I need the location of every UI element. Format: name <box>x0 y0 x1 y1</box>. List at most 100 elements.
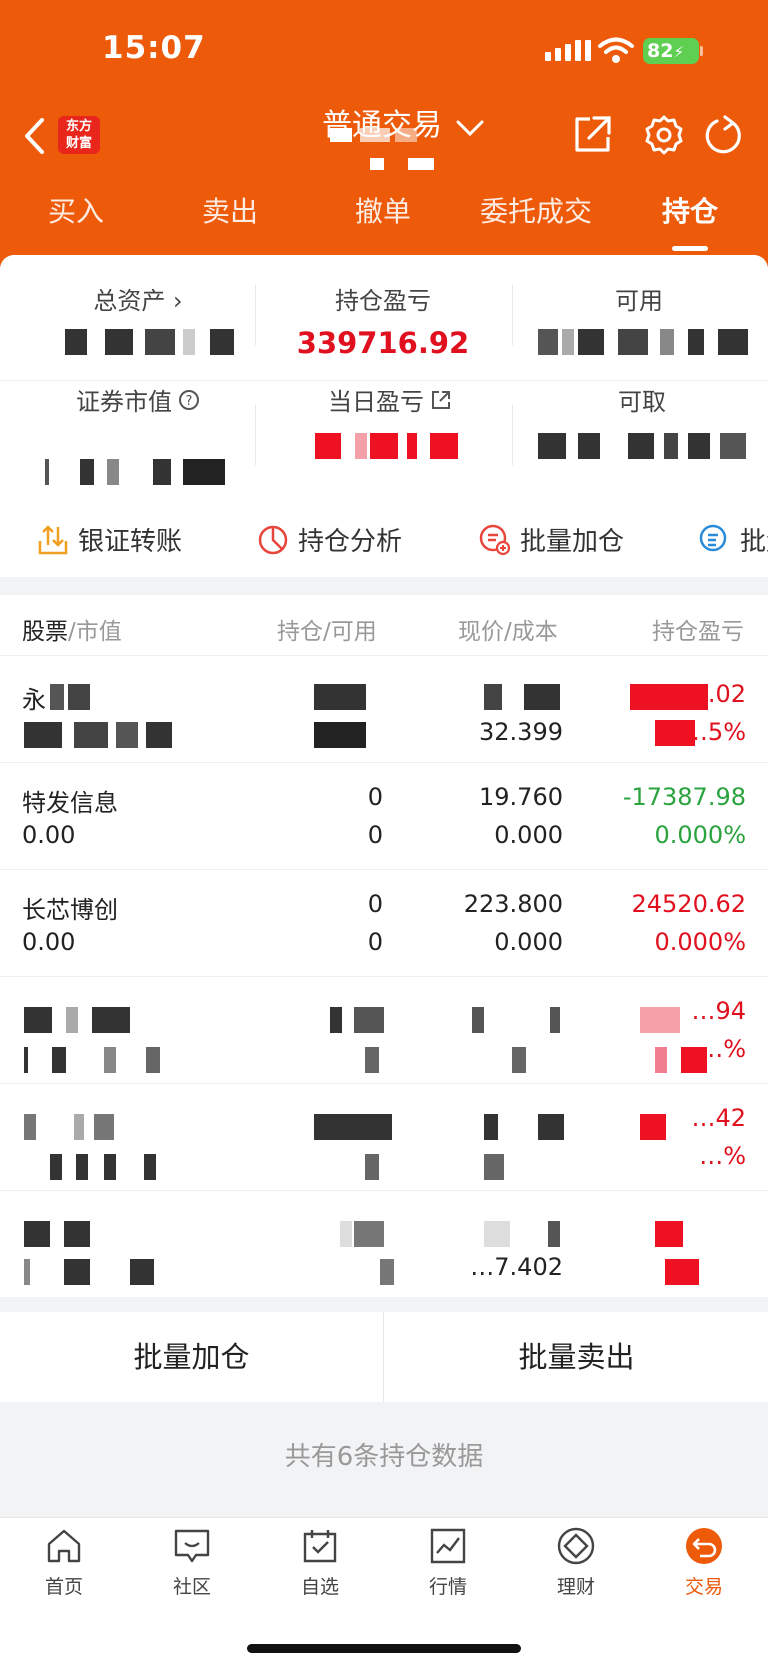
table-row[interactable]: 永 32.399 …58.02 …5% <box>0 655 768 763</box>
masked-value <box>24 1259 164 1285</box>
masked-value <box>380 1259 400 1285</box>
withdrawable-label: 可取 <box>618 388 666 416</box>
table-row[interactable]: 长芯博创 0.00 0 0 223.800 0.000 24520.62 0.0… <box>0 869 768 977</box>
tabbar-label: 社区 <box>172 1576 211 1598</box>
masked-value <box>24 1047 164 1073</box>
watchlist-icon <box>303 1530 337 1563</box>
pl-value: …42 <box>691 1104 746 1132</box>
market-value: 0.00 <box>22 928 76 956</box>
tabbar-market[interactable]: 行情 <box>398 1526 498 1599</box>
masked-value <box>484 684 564 710</box>
masked-value <box>484 1221 564 1247</box>
header-position[interactable]: 持仓/可用 <box>277 612 377 646</box>
total-assets-label: 总资产 › <box>93 287 183 315</box>
masked-value <box>50 1154 160 1180</box>
daily-pl-label-group[interactable]: 当日盈亏 <box>328 382 452 417</box>
masked-value <box>365 1154 395 1180</box>
tabbar-watchlist[interactable]: 自选 <box>270 1526 370 1599</box>
shortcut-label: 批量 <box>740 527 768 557</box>
chevron-down-icon[interactable] <box>455 118 485 138</box>
pl-pct: 0.000% <box>654 821 746 849</box>
market-value-label-group[interactable]: 证券市值 ? <box>76 382 200 417</box>
shortcut-position-analysis[interactable]: 持仓分析 <box>256 521 402 558</box>
table-row[interactable]: …94 …% <box>0 976 768 1084</box>
tab-holdings[interactable]: 持仓 <box>662 190 718 230</box>
batch-add-button[interactable]: 批量加仓 <box>0 1312 383 1402</box>
tabbar-community[interactable]: 社区 <box>142 1526 242 1599</box>
masked-value <box>330 1007 390 1033</box>
tab-orders[interactable]: 委托成交 <box>480 190 592 230</box>
withdrawable-masked <box>538 433 748 459</box>
help-icon[interactable]: ? <box>178 389 200 411</box>
share-icon[interactable] <box>572 114 614 154</box>
market-value-label: 证券市值 <box>76 388 172 416</box>
battery-level: 82 <box>647 40 674 62</box>
home-icon <box>47 1529 81 1563</box>
cost-value: 0.000 <box>494 928 563 956</box>
daily-pl-label: 当日盈亏 <box>328 388 424 416</box>
available-funds: 可用 <box>519 281 759 316</box>
tab-sell[interactable]: 卖出 <box>202 190 258 230</box>
header-stock[interactable]: 股票/市值 <box>22 612 122 646</box>
shortcut-bank-transfer[interactable]: 银证转账 <box>36 521 182 558</box>
cost-value: 0.000 <box>494 821 563 849</box>
current-price: 19.760 <box>479 783 563 811</box>
shortcut-batch[interactable]: 批量 <box>698 521 768 558</box>
table-row[interactable]: …7.402 <box>0 1190 768 1298</box>
trade-tabs: 买入 卖出 撤单 委托成交 持仓 <box>0 190 768 240</box>
settings-gear-icon[interactable] <box>643 114 685 156</box>
header-stock-label: 股票 <box>22 619 68 645</box>
masked-value <box>50 684 120 710</box>
divider <box>383 1312 384 1402</box>
tab-cancel[interactable]: 撤单 <box>355 190 411 230</box>
masked-value <box>24 722 174 748</box>
table-row[interactable]: …42 …% <box>0 1083 768 1191</box>
masked-value <box>24 1114 134 1140</box>
withdrawable: 可取 <box>522 382 762 417</box>
total-assets[interactable]: 总资产 › <box>18 281 258 316</box>
cost-value: 32.399 <box>479 718 563 746</box>
shortcut-batch-add[interactable]: 批量加仓 <box>478 521 624 558</box>
available-label: 可用 <box>615 287 663 315</box>
masked-value <box>314 722 374 748</box>
masked-value <box>314 1114 394 1140</box>
account-number-masked <box>330 128 440 172</box>
battery-icon: 82⚡ <box>643 38 699 64</box>
masked-value <box>314 684 374 710</box>
header-market-value-label: /市值 <box>68 619 122 645</box>
batch-sell-button[interactable]: 批量卖出 <box>385 1312 768 1402</box>
back-chevron-icon[interactable] <box>22 116 46 156</box>
pl-value: …94 <box>691 997 746 1025</box>
external-link-icon[interactable] <box>430 389 452 411</box>
cost-value: …7.402 <box>470 1253 563 1281</box>
wifi-icon <box>598 37 634 63</box>
position-qty: 0 <box>367 783 383 811</box>
holdings-count-text: 共有6条持仓数据 <box>284 1442 484 1472</box>
table-row[interactable]: 特发信息 0.00 0 0 19.760 0.000 -17387.98 0.0… <box>0 762 768 870</box>
tabbar-wealth[interactable]: 理财 <box>526 1526 626 1599</box>
masked-value <box>640 1114 690 1140</box>
refresh-icon[interactable] <box>703 114 743 156</box>
pl-value: 24520.62 <box>631 890 746 918</box>
tabbar-label: 行情 <box>428 1576 467 1598</box>
header-price[interactable]: 现价/成本 <box>458 612 558 646</box>
shortcut-label: 持仓分析 <box>298 527 403 557</box>
masked-value <box>655 1221 715 1247</box>
tab-buy[interactable]: 买入 <box>48 190 104 230</box>
tabbar-trade[interactable]: 交易 <box>654 1526 754 1599</box>
battery-tip <box>700 46 703 56</box>
tabbar-label: 交易 <box>684 1576 723 1598</box>
status-time: 15:07 <box>102 30 206 66</box>
stock-name: 永 <box>22 686 46 714</box>
masked-value <box>365 1047 395 1073</box>
tabbar-home[interactable]: 首页 <box>14 1526 114 1599</box>
masked-value <box>640 1007 690 1033</box>
divider <box>255 285 256 345</box>
masked-value <box>655 720 715 746</box>
header-pl[interactable]: 持仓盈亏 <box>652 612 744 646</box>
masked-value <box>655 1047 715 1073</box>
shortcut-bar: 银证转账 持仓分析 批量加仓 批量 <box>0 507 768 577</box>
bottom-tabbar: 首页 社区 自选 行情 理财 交易 <box>0 1517 768 1665</box>
current-price: 223.800 <box>463 890 563 918</box>
position-pl-label: 持仓盈亏 <box>335 287 431 315</box>
